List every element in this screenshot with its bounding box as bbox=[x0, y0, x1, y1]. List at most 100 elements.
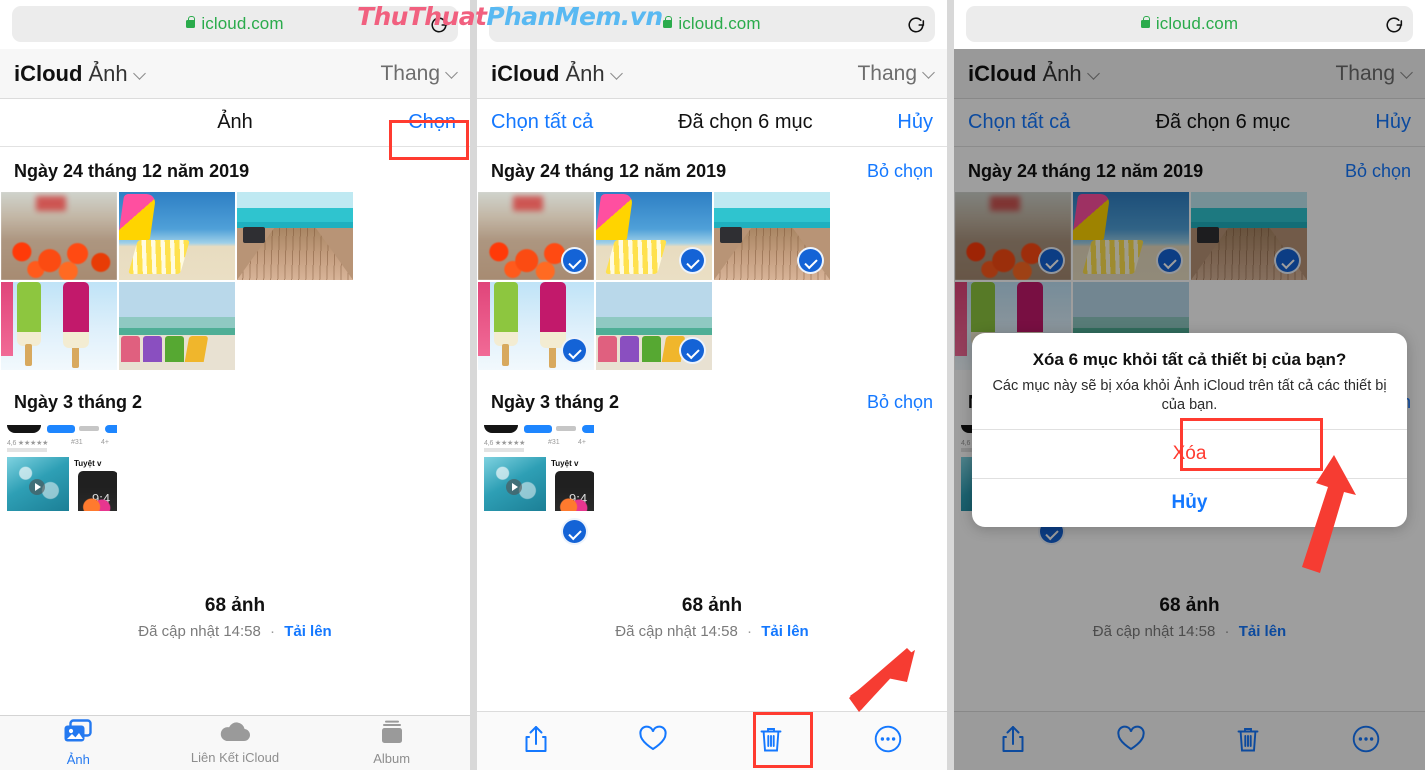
panel-separator-2 bbox=[947, 0, 954, 770]
dialog-body: Xóa 6 mục khỏi tất cả thiết bị của bạn? … bbox=[972, 333, 1407, 429]
cancel-button[interactable]: Hủy bbox=[897, 111, 933, 134]
brand-photos: Ảnh bbox=[88, 60, 128, 86]
section-header: Ngày 24 tháng 12 năm 2019 Bỏ chọn bbox=[477, 147, 947, 192]
photo-count: 68 ảnh bbox=[204, 595, 266, 616]
dialog-message: Các mục này sẽ bị xóa khỏi Ảnh iCloud tr… bbox=[992, 378, 1387, 414]
address-bar[interactable]: icloud.com bbox=[966, 6, 1413, 42]
lock-icon bbox=[663, 16, 673, 28]
brand-icloud: iCloud bbox=[491, 60, 560, 86]
selected-checkmark-icon[interactable] bbox=[679, 247, 706, 274]
favorite-button[interactable] bbox=[595, 725, 713, 757]
site-watermark: ThuThuatPhanMem.vn bbox=[357, 2, 663, 31]
chevron-down-icon bbox=[609, 66, 623, 80]
icloud-photos-title[interactable]: iCloud Ảnh bbox=[491, 60, 623, 87]
deselect-section-button[interactable]: Bỏ chọn bbox=[867, 161, 933, 182]
upload-link[interactable]: Tải lên bbox=[284, 623, 332, 640]
watermark-part1: ThuThuat bbox=[357, 2, 487, 31]
select-button[interactable]: Chọn bbox=[408, 111, 456, 134]
selected-checkmark-icon[interactable] bbox=[561, 247, 588, 274]
photo-thumbnail-popsicles[interactable] bbox=[1, 282, 117, 370]
photos-icon bbox=[63, 719, 93, 750]
brand-icloud: iCloud bbox=[14, 60, 83, 86]
selection-toolbar bbox=[477, 711, 947, 770]
screenshot-stage: icloud.com iCloud Ảnh Thang Ảnh Chọn Ngà… bbox=[0, 0, 1425, 770]
updated-status: Đã cập nhật 14:58 · Tải lên bbox=[477, 623, 947, 640]
reload-icon[interactable] bbox=[1383, 14, 1405, 36]
photo-thumbnail-popsicles[interactable] bbox=[478, 282, 594, 370]
selection-action-bar: Chọn tất cả Đã chọn 6 mục Hủy bbox=[477, 99, 947, 147]
trash-icon bbox=[759, 725, 783, 758]
photo-grid-group-1 bbox=[477, 192, 947, 370]
tab-albums[interactable]: Album bbox=[313, 716, 470, 770]
section-title: Ngày 3 tháng 2 bbox=[491, 392, 620, 412]
tab-label-albums: Album bbox=[373, 751, 411, 766]
brand-photos: Ảnh bbox=[565, 60, 605, 86]
bottom-tab-bar: Ảnh Liên Kết iCloud Album bbox=[0, 715, 470, 770]
photo-grid-group-2: 4,6 ★★★★★#314+ Tuyệt v9:4 bbox=[0, 423, 470, 551]
library-summary: 68 ảnh Đã cập nhật 14:58 · Tải lên bbox=[477, 577, 947, 640]
heart-icon bbox=[638, 725, 668, 757]
albums-icon bbox=[377, 720, 407, 749]
upload-link[interactable]: Tải lên bbox=[761, 623, 809, 640]
browser-chrome: icloud.com bbox=[954, 0, 1425, 49]
library-summary: 68 ảnh Đã cập nhật 14:58 · Tải lên bbox=[0, 577, 470, 640]
tab-photos[interactable]: Ảnh bbox=[0, 716, 157, 770]
section-title: Ngày 24 tháng 12 năm 2019 bbox=[491, 161, 727, 181]
app-header: iCloud Ảnh Thang bbox=[477, 49, 947, 99]
photo-thumbnail-appstore[interactable]: 4,6 ★★★★★#314+ Tuyệt v9:4 bbox=[478, 423, 594, 551]
updated-status: Đã cập nhật 14:58 · Tải lên bbox=[0, 623, 470, 640]
select-all-button[interactable]: Chọn tất cả bbox=[491, 111, 593, 134]
section-title: Ngày 24 tháng 12 năm 2019 bbox=[14, 161, 250, 181]
url-text: icloud.com bbox=[678, 14, 761, 33]
photo-thumbnail-pier[interactable] bbox=[237, 192, 353, 280]
share-icon bbox=[523, 724, 549, 759]
photo-grid-group-2: 4,6 ★★★★★#314+ Tuyệt v9:4 bbox=[477, 423, 947, 551]
action-bar: Ảnh Chọn bbox=[0, 99, 470, 147]
selected-checkmark-icon[interactable] bbox=[797, 247, 824, 274]
photo-thumbnail-beach-chair[interactable] bbox=[119, 192, 235, 280]
photo-thumbnail-beach-chairs[interactable] bbox=[596, 282, 712, 370]
scale-selector[interactable]: Thang bbox=[857, 61, 935, 86]
scale-selector[interactable]: Thang bbox=[380, 61, 458, 86]
updated-time: Đã cập nhật 14:58 bbox=[138, 623, 261, 640]
reload-icon[interactable] bbox=[905, 14, 927, 36]
lock-icon bbox=[1140, 16, 1150, 28]
chevron-down-icon bbox=[922, 65, 935, 79]
photo-thumbnail-appstore[interactable]: 4,6 ★★★★★#314+ Tuyệt v9:4 bbox=[1, 423, 117, 551]
panel-step-2: icloud.com iCloud Ảnh Thang Chọn tất cả … bbox=[477, 0, 947, 770]
more-button[interactable] bbox=[830, 725, 948, 758]
scale-label: Thang bbox=[380, 61, 440, 85]
icloud-photos-title[interactable]: iCloud Ảnh bbox=[14, 60, 146, 87]
section-header: Ngày 24 tháng 12 năm 2019 bbox=[0, 147, 470, 192]
photo-thumbnail-beach-chair[interactable] bbox=[596, 192, 712, 280]
photo-thumbnail-flowers[interactable] bbox=[478, 192, 594, 280]
photo-thumbnail-flowers[interactable] bbox=[1, 192, 117, 280]
share-button[interactable] bbox=[477, 724, 595, 759]
panel-separator-1 bbox=[470, 0, 477, 770]
panel-step-3: icloud.com iCloud Ảnh Thang Chọn tất cả … bbox=[954, 0, 1425, 770]
scale-label: Thang bbox=[857, 61, 917, 85]
url-text: icloud.com bbox=[201, 14, 284, 33]
photo-grid-group-1 bbox=[0, 192, 470, 370]
photo-thumbnail-beach-chairs[interactable] bbox=[119, 282, 235, 370]
section-title: Ngày 3 tháng 2 bbox=[14, 392, 143, 412]
photo-count: 68 ảnh bbox=[681, 595, 743, 616]
photo-thumbnail-pier[interactable] bbox=[714, 192, 830, 280]
selected-checkmark-icon[interactable] bbox=[679, 337, 706, 364]
dialog-cancel-button[interactable]: Hủy bbox=[972, 477, 1407, 527]
url-text: icloud.com bbox=[1155, 14, 1239, 33]
section-header: Ngày 3 tháng 2 bbox=[0, 370, 470, 423]
more-icon bbox=[874, 725, 902, 758]
section-header: Ngày 3 tháng 2 Bỏ chọn bbox=[477, 370, 947, 423]
lock-icon bbox=[186, 16, 196, 28]
dialog-confirm-delete-button[interactable]: Xóa bbox=[972, 428, 1407, 478]
selected-checkmark-icon[interactable] bbox=[561, 518, 588, 545]
selected-checkmark-icon[interactable] bbox=[561, 337, 588, 364]
separator-dot: · bbox=[270, 623, 276, 640]
separator-dot: · bbox=[747, 623, 753, 640]
delete-button[interactable] bbox=[712, 725, 830, 758]
updated-time: Đã cập nhật 14:58 bbox=[615, 623, 738, 640]
chevron-down-icon bbox=[132, 66, 146, 80]
deselect-section-button[interactable]: Bỏ chọn bbox=[867, 392, 933, 413]
tab-icloud-link[interactable]: Liên Kết iCloud bbox=[157, 716, 314, 770]
